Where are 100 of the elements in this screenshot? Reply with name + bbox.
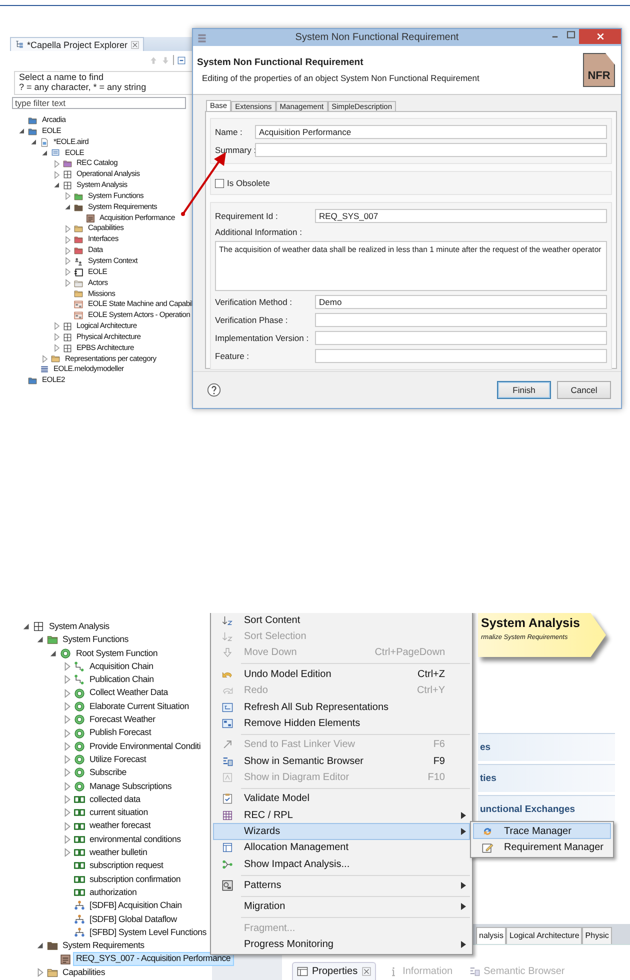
tree-item[interactable]: Root System Function — [73, 646, 161, 660]
triangle-icon[interactable] — [52, 181, 60, 190]
tree-item[interactable]: Publication Chain — [86, 673, 157, 686]
grid-icon — [33, 621, 44, 632]
text-field[interactable] — [315, 349, 607, 363]
menu-item[interactable]: Remove Hidden Elements — [213, 715, 470, 732]
hierarchy-icon — [74, 900, 84, 912]
exchange-icon — [74, 874, 84, 885]
tree-item[interactable]: Utilize Forecast — [86, 752, 150, 766]
filter-hint: ? = any character, * = any string — [18, 82, 148, 92]
tree-view-icon — [15, 40, 24, 49]
text-field[interactable] — [255, 143, 607, 157]
help-icon[interactable] — [207, 383, 221, 397]
triangle-icon[interactable] — [22, 622, 31, 632]
menu-item[interactable]: Show in Semantic Browser F9 — [213, 752, 470, 770]
editor-tab[interactable]: nalysis — [476, 927, 506, 944]
exchange-icon — [74, 820, 84, 832]
menu-item[interactable]: Sort Content — [213, 613, 470, 628]
tree-item[interactable]: Elaborate Current Situation — [86, 700, 192, 714]
text-field[interactable]: Demo — [315, 295, 607, 309]
tree-item[interactable]: current situation — [86, 806, 151, 820]
menu-item[interactable]: Undo Model Edition Ctrl+Z — [213, 666, 470, 682]
function-icon — [74, 700, 84, 712]
menu-item[interactable]: Trace Manager — [473, 823, 611, 840]
close-icon — [596, 32, 604, 41]
graph-icon — [222, 858, 232, 870]
tree-item[interactable]: Provide Environmental Conditi — [86, 740, 204, 753]
tree-item[interactable]: authorization — [86, 886, 140, 900]
triangle-icon[interactable] — [49, 648, 58, 658]
tree-item[interactable]: Forecast Weather — [86, 713, 158, 726]
browser-icon — [222, 756, 232, 767]
filter-field[interactable]: type filter text — [12, 97, 186, 109]
text-field[interactable] — [315, 331, 607, 345]
triangle-icon[interactable] — [36, 635, 44, 644]
sort-icon — [222, 614, 232, 626]
chain-icon — [74, 661, 84, 672]
menu-label: Send to Fast Linker View — [243, 739, 356, 750]
section-title: ties — [480, 773, 496, 784]
tree-item[interactable]: [SDFB] Global Dataflow — [86, 912, 180, 926]
tree-item[interactable]: weather forecast — [86, 819, 154, 833]
tree-item[interactable]: subscription request — [86, 859, 166, 873]
tree-item[interactable]: weather bulletin — [86, 846, 150, 860]
menu-item[interactable]: Refresh All Sub Representations — [213, 698, 470, 716]
tree-item[interactable]: Capabilities — [60, 966, 108, 980]
menu-item[interactable]: REC / RPL — [213, 806, 470, 824]
tree-item[interactable]: System Requirements — [60, 939, 148, 952]
menu-item[interactable]: Validate Model — [213, 790, 470, 807]
tree-item[interactable]: [SFBD] System Level Functions — [86, 926, 210, 940]
function-icon — [74, 754, 84, 766]
view-tab[interactable]: *Capella Project Explorer — [10, 37, 144, 51]
collapse-all-icon[interactable] — [177, 56, 186, 64]
editor-tab[interactable]: Physic — [582, 927, 612, 944]
view-title: Semantic Browser — [484, 966, 565, 977]
dialog-button[interactable]: Cancel — [557, 381, 611, 399]
close-icon[interactable] — [362, 967, 371, 976]
redo-icon — [222, 685, 232, 696]
grid-icon — [62, 180, 72, 190]
view-tab[interactable]: Properties — [292, 962, 376, 980]
tree-item[interactable]: Acquisition Chain — [86, 660, 156, 674]
text-field[interactable]: REQ_SYS_007 — [315, 209, 607, 223]
menu-item[interactable]: Migration — [213, 898, 470, 916]
triangle-icon[interactable] — [18, 127, 26, 136]
menu-item[interactable]: Show Impact Analysis... — [213, 856, 470, 873]
text-field[interactable] — [315, 313, 607, 327]
tree-item[interactable]: Manage Subscriptions — [86, 780, 175, 793]
menu-item[interactable]: Allocation Management — [213, 840, 470, 856]
menu-label: Migration — [243, 901, 286, 912]
tree-item[interactable]: System Analysis — [46, 620, 112, 634]
close-button[interactable] — [579, 29, 621, 44]
tree-item[interactable]: environmental conditions — [86, 832, 184, 846]
tree-item[interactable]: Collect Weather Data — [86, 686, 171, 700]
diagram-icon — [222, 772, 232, 783]
menu-item[interactable]: Requirement Manager — [473, 839, 611, 856]
triangle-icon[interactable] — [36, 941, 44, 950]
dialog-button[interactable]: Finish — [497, 381, 551, 399]
grid-icon — [62, 332, 72, 342]
tree-item[interactable]: System Functions — [60, 633, 132, 647]
tree-item[interactable]: Publish Forecast — [86, 726, 154, 740]
checkbox[interactable] — [215, 178, 224, 188]
triangle-icon[interactable] — [64, 203, 72, 212]
menu-item[interactable]: Progress Monitoring — [213, 936, 470, 953]
view-title: Information — [402, 966, 453, 977]
menu-shortcut: Ctrl+PageDown — [374, 647, 446, 658]
close-icon[interactable] — [130, 40, 139, 48]
menu-label: Requirement Manager — [503, 842, 604, 854]
window-menu-icon[interactable] — [197, 32, 207, 42]
editor-tab[interactable]: Logical Architecture — [506, 927, 582, 944]
menu-label: Patterns — [243, 880, 282, 892]
triangle-icon[interactable] — [30, 138, 38, 146]
down-arrow-icon[interactable] — [161, 56, 170, 64]
tree-item[interactable]: [SDFB] Acquisition Chain — [86, 899, 185, 913]
triangle-icon[interactable] — [41, 148, 49, 157]
exchange-icon — [74, 847, 84, 858]
up-arrow-icon[interactable] — [149, 56, 158, 64]
tree-item[interactable]: subscription confirmation — [86, 872, 184, 886]
menu-item[interactable]: Wizards — [213, 823, 470, 840]
text-field[interactable]: Acquisition Performance — [255, 125, 607, 139]
tree-item[interactable]: collected data — [86, 792, 144, 806]
menu-item[interactable]: Patterns — [213, 877, 470, 894]
tree-item[interactable]: Subscribe — [86, 766, 130, 780]
